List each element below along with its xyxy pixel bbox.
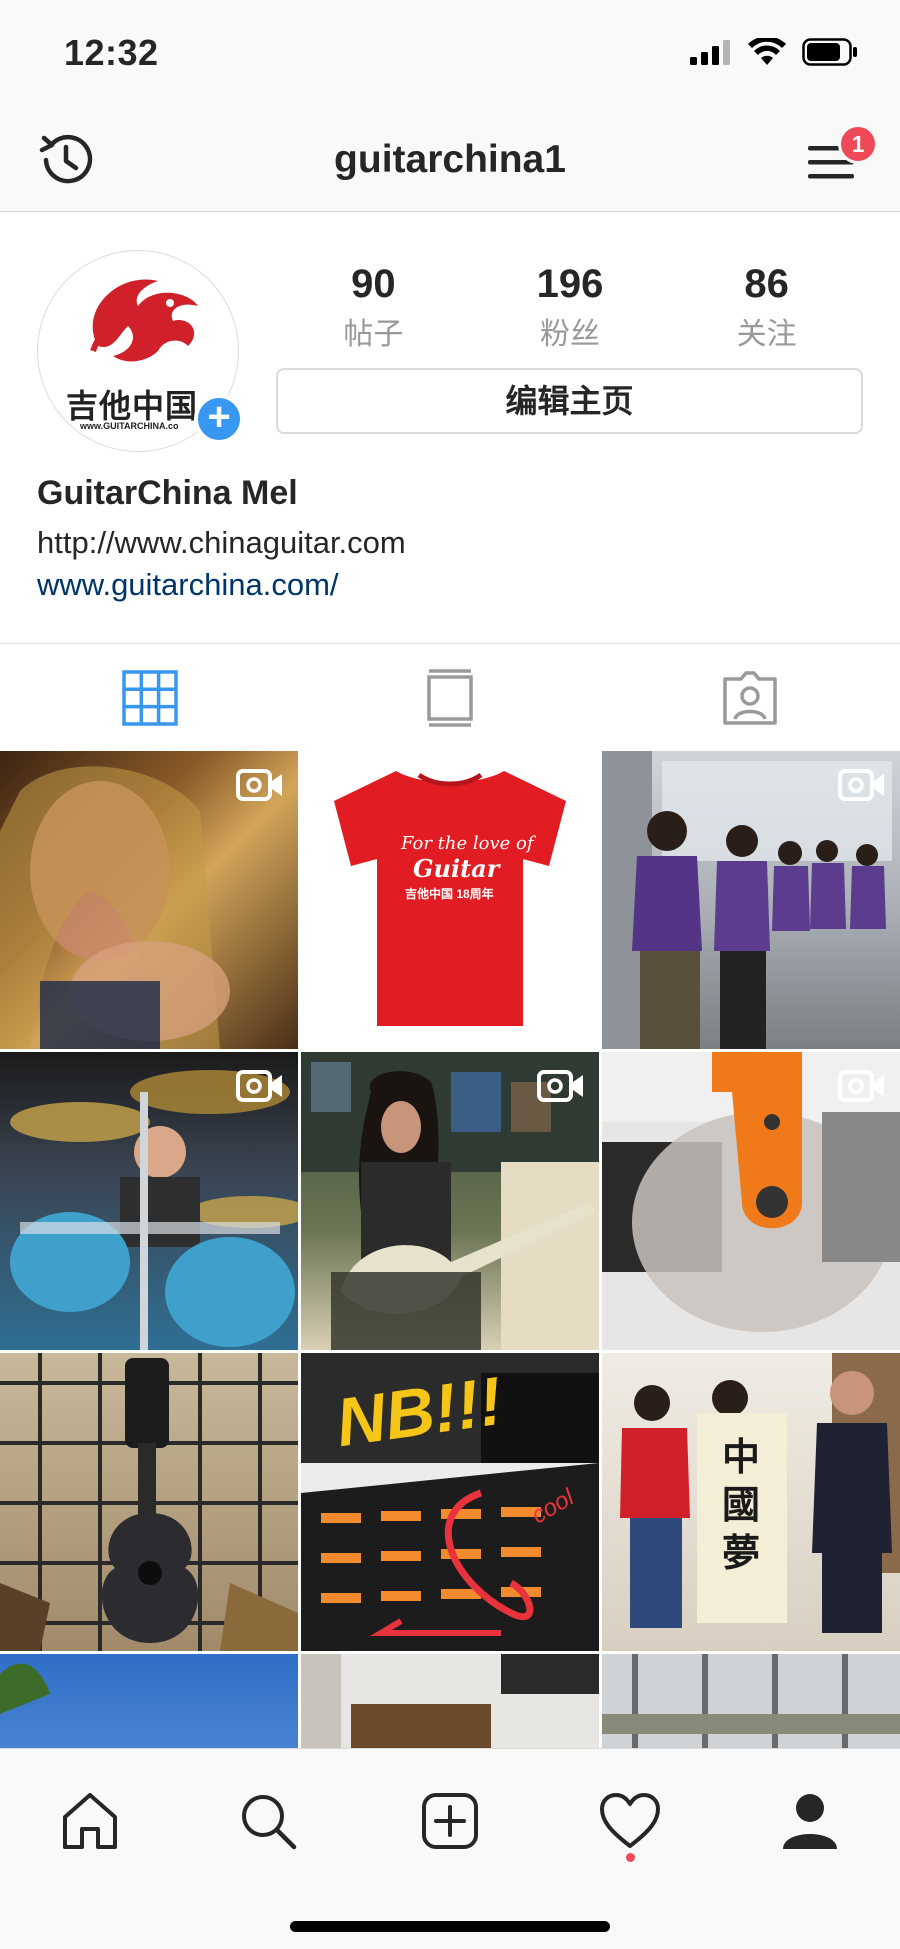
home-indicator	[290, 1921, 610, 1932]
tab-grid[interactable]	[0, 644, 300, 751]
shirt-text-line2: Guitar	[413, 854, 500, 883]
stat-followers-label: 粉丝	[539, 318, 600, 351]
video-icon	[236, 1070, 282, 1102]
stat-posts-label: 帖子	[343, 318, 404, 351]
tab-feed[interactable]	[300, 644, 600, 751]
home-icon	[63, 1793, 117, 1849]
post-thumbnail[interactable]	[0, 1052, 298, 1350]
post-image	[0, 1353, 298, 1651]
profile-section: 吉他中国 www.GUITARCHINA.co + 90 帖子 196 粉丝 8…	[0, 212, 900, 642]
nav-search[interactable]	[228, 1781, 308, 1861]
post-thumbnail[interactable]	[301, 1052, 599, 1350]
nav-profile[interactable]	[770, 1781, 850, 1861]
stat-followers[interactable]: 196 粉丝	[490, 262, 650, 353]
post-thumbnail[interactable]: For the love of Guitar 吉他中国 18周年	[301, 751, 599, 1049]
battery-icon	[802, 38, 857, 66]
add-story-button[interactable]: +	[194, 394, 244, 444]
video-icon	[537, 1070, 583, 1102]
profile-username-title: guitarchina1	[334, 138, 566, 181]
stat-posts[interactable]: 90 帖子	[293, 262, 453, 353]
avatar-logo-subtext: www.GUITARCHINA.co	[80, 421, 179, 431]
wifi-icon	[748, 38, 786, 65]
post-thumbnail[interactable]	[0, 1654, 298, 1750]
tagged-person-icon	[723, 670, 777, 725]
stat-following-label: 关注	[736, 318, 797, 351]
stat-posts-count: 90	[351, 262, 396, 306]
stat-followers-count: 196	[536, 262, 604, 306]
bottom-navigation	[0, 1748, 900, 1949]
post-thumbnail[interactable]	[0, 751, 298, 1049]
add-post-icon	[422, 1793, 478, 1849]
nav-new-post[interactable]	[410, 1781, 490, 1861]
nav-activity[interactable]	[590, 1781, 670, 1861]
post-image	[0, 1663, 50, 1714]
edit-profile-button[interactable]: 编辑主页	[276, 368, 863, 434]
post-thumbnail[interactable]	[0, 1353, 298, 1651]
status-bar: 12:32	[0, 0, 900, 110]
post-thumbnail[interactable]	[602, 751, 900, 1049]
post-thumbnail[interactable]: 中國夢	[602, 1353, 900, 1651]
cellular-signal-icon	[690, 40, 730, 65]
shirt-badge: 吉他中国 18周年	[405, 887, 494, 901]
grid-icon	[122, 669, 178, 726]
video-icon	[838, 1070, 884, 1102]
post-thumbnail[interactable]	[301, 1654, 599, 1750]
calligraphy-text: 中國夢	[722, 1434, 761, 1575]
post-image	[602, 1654, 900, 1750]
search-icon	[242, 1795, 297, 1850]
profile-icon	[783, 1794, 837, 1849]
notification-badge: 1	[838, 124, 878, 164]
post-thumbnail[interactable]	[602, 1052, 900, 1350]
feed-icon	[427, 668, 473, 727]
video-icon	[838, 769, 884, 801]
display-name: GuitarChina Mel	[37, 474, 298, 512]
stat-following[interactable]: 86 关注	[687, 262, 847, 353]
heart-icon	[600, 1793, 660, 1848]
video-icon	[236, 769, 282, 801]
profile-stats: 90 帖子 196 粉丝 86 关注	[275, 262, 865, 353]
status-time: 12:32	[64, 32, 159, 73]
profile-tabs	[0, 643, 900, 751]
website-link[interactable]: www.guitarchina.com/	[37, 567, 339, 603]
tab-tagged[interactable]	[600, 644, 900, 751]
post-thumbnail[interactable]	[602, 1654, 900, 1750]
post-thumbnail[interactable]: NB!!! cool	[301, 1353, 599, 1651]
status-icons	[690, 38, 858, 66]
stat-following-count: 86	[744, 262, 789, 306]
posts-grid: For the love of Guitar 吉他中国 18周年 NB!!! c…	[0, 751, 900, 1750]
activity-dot	[626, 1853, 635, 1862]
bio-text: http://www.chinaguitar.com	[37, 525, 406, 560]
post-image	[301, 1654, 599, 1750]
nav-home[interactable]	[50, 1781, 130, 1861]
shirt-text-line1: For the love of	[401, 833, 534, 854]
profile-header: guitarchina1 1	[0, 110, 900, 212]
